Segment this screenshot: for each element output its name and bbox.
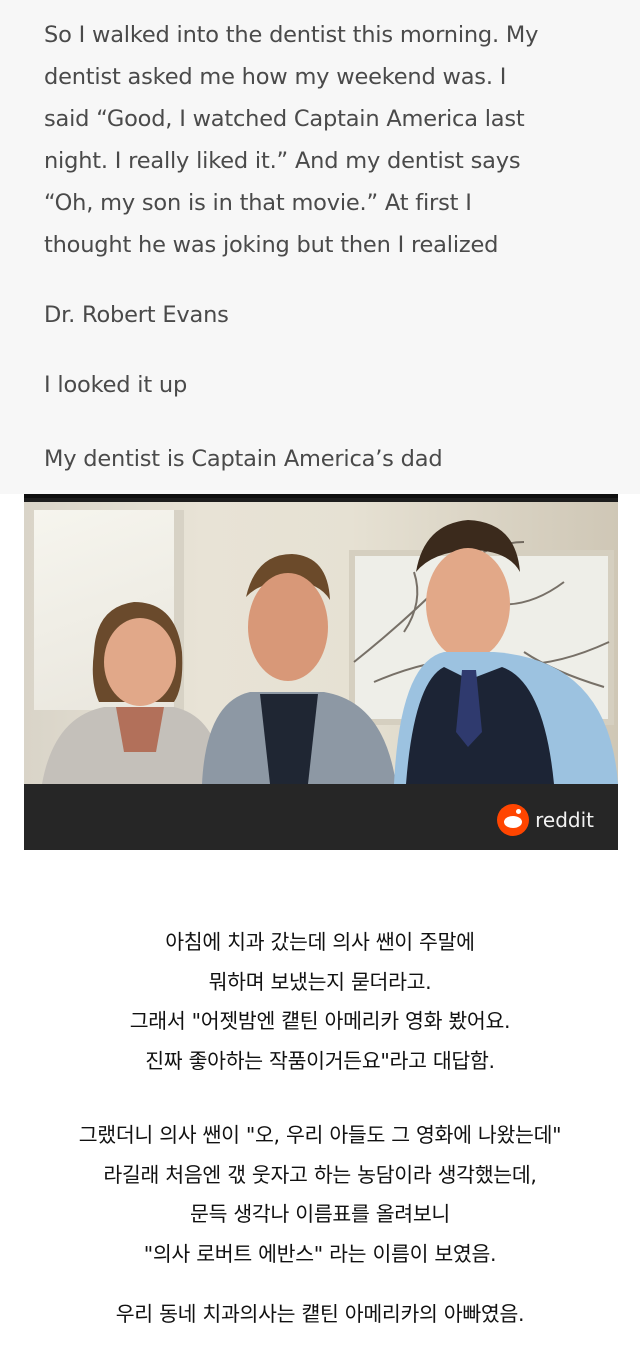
photo-frame: reddit [24, 494, 618, 850]
post-paragraph-punchline: My dentist is Captain America’s dad [44, 446, 443, 472]
post-line: night. I really liked it.” And my dentis… [44, 148, 521, 174]
translation-block-2: 그랬더니 의사 쌘이 "오, 우리 아들도 그 영화에 나왔는데" 라길래 처음… [0, 1116, 640, 1274]
post-text-block: So I walked into the dentist this mornin… [0, 0, 640, 494]
post-line: said “Good, I watched Captain America la… [44, 106, 525, 132]
reddit-label: reddit [535, 808, 594, 832]
post-line: So I walked into the dentist this mornin… [44, 22, 539, 48]
post-paragraph-name: Dr. Robert Evans [44, 302, 229, 328]
post-line: “Oh, my son is in that movie.” At first … [44, 190, 472, 216]
translation-line: 우리 동네 치과의사는 컡틴 아메리카의 아빠였음. [115, 1302, 525, 1326]
translation-block-1: 아침에 치과 갔는데 의사 쌘이 주말에 뭐하며 보냈는지 묻더라고. 그래서 … [0, 923, 640, 1081]
post-line: thought he was joking but then I realize… [44, 232, 499, 258]
photo-footer-bar: reddit [24, 784, 618, 850]
translation-line: 라길래 처음엔 갟 웃자고 하는 농담이라 생각했는데, [103, 1162, 537, 1187]
translation-line: 그래서 "어젯밤엔 컡틴 아메리카 영화 봤어요. [129, 1009, 511, 1033]
post-paragraph-lookup: I looked it up [44, 372, 188, 398]
translation-line: 진짜 좋아하는 작품이거든요"라고 대답함. [145, 1048, 495, 1073]
reddit-alien-icon [497, 804, 530, 836]
people-silhouettes [42, 520, 618, 784]
reddit-badge: reddit [497, 804, 594, 836]
group-photo [24, 502, 618, 784]
translation-line: 문득 생각나 이름표를 올려보니 [190, 1202, 450, 1226]
translation-line: "의사 로버트 에반스" 라는 이름이 보였음. [143, 1241, 497, 1266]
post-line: dentist asked me how my weekend was. I [44, 64, 507, 90]
translation-line: 그랬더니 의사 쌘이 "오, 우리 아들도 그 영화에 나왔는데" [78, 1123, 562, 1147]
translation-block-3: 우리 동네 치과의사는 컡틴 아메리카의 아빠였음. [0, 1295, 640, 1335]
translation-line: 아침에 치과 갔는데 의사 쌘이 주말에 [165, 930, 475, 954]
translation-line: 뭐하며 보냈는지 묻더라고. [208, 969, 432, 994]
post-paragraph-story: So I walked into the dentist this mornin… [44, 14, 614, 266]
